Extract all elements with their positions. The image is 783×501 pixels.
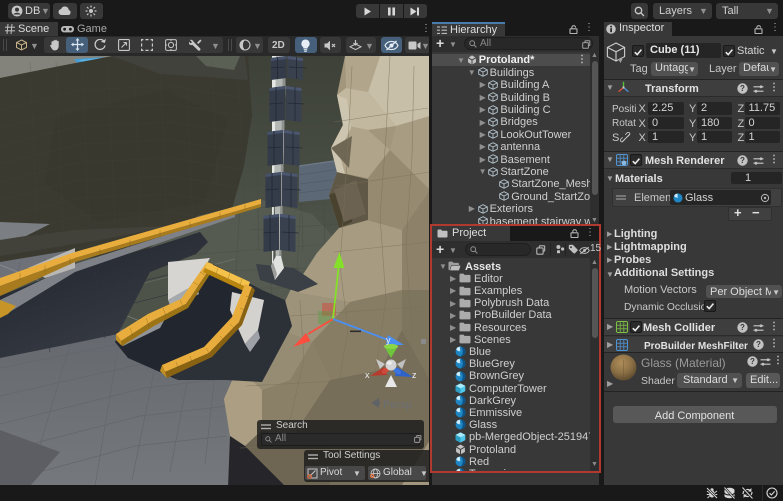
svg-text:y: y xyxy=(386,335,391,345)
svg-text:?: ? xyxy=(740,84,745,93)
svg-text:z: z xyxy=(412,370,417,380)
svg-text:?: ? xyxy=(740,323,745,332)
svg-text:?: ? xyxy=(756,340,761,349)
svg-text:?: ? xyxy=(750,357,755,366)
svg-text:?: ? xyxy=(740,156,745,165)
svg-text:x: x xyxy=(365,370,370,380)
svg-text:Persp: Persp xyxy=(383,399,412,411)
